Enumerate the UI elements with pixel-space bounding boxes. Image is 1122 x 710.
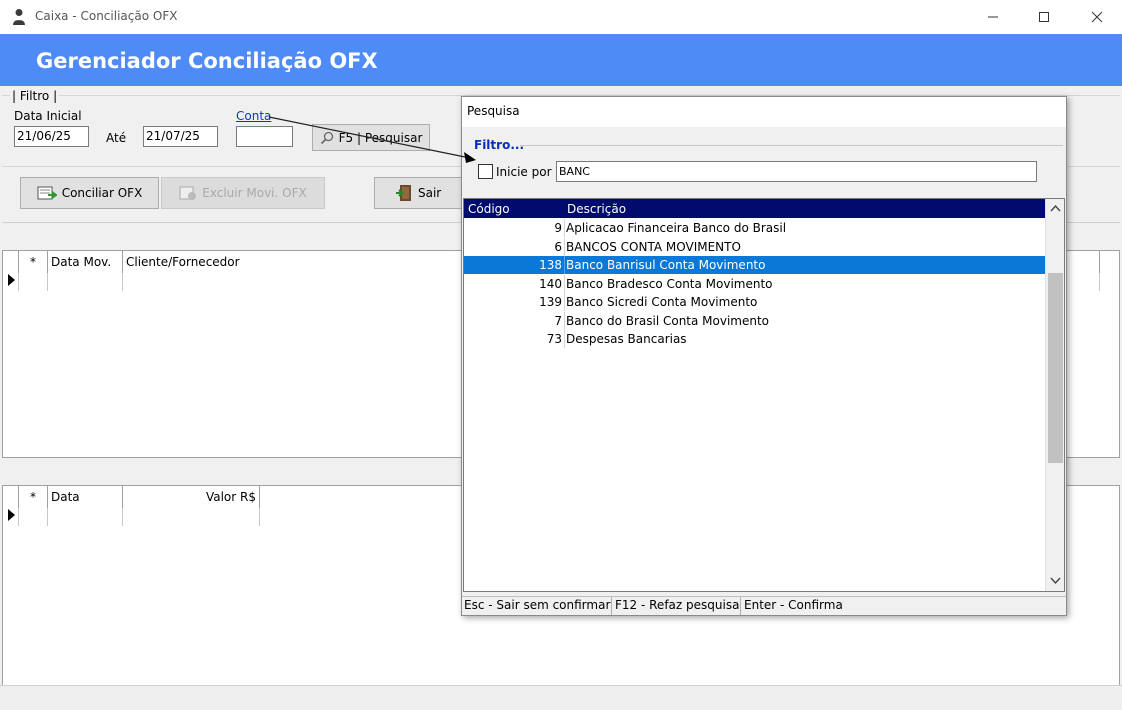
excluir-icon — [179, 186, 197, 200]
result-codigo: 73 — [546, 332, 562, 346]
minimize-icon — [988, 16, 998, 18]
search-icon — [320, 131, 333, 144]
grid-column-header[interactable]: * — [19, 486, 48, 508]
grid-cell — [123, 508, 260, 526]
result-descricao: Aplicacao Financeira Banco do Brasil — [566, 221, 787, 235]
column-divider — [564, 237, 565, 256]
pesquisar-button[interactable]: F5 | Pesquisar — [312, 124, 430, 151]
status-f12: F12 - Refaz pesquisa — [615, 598, 740, 612]
divider — [520, 145, 1063, 146]
conciliar-ofx-button[interactable]: Conciliar OFX — [20, 177, 159, 209]
filter-legend: | Filtro | — [10, 89, 60, 103]
vertical-scrollbar[interactable] — [1045, 199, 1064, 591]
data-inicial-input[interactable]: 21/06/25 — [14, 126, 89, 147]
column-divider — [564, 256, 565, 274]
conta-input[interactable] — [236, 126, 293, 147]
grid-cell — [48, 273, 123, 291]
scroll-down-icon[interactable] — [1050, 575, 1061, 586]
column-divider — [564, 274, 565, 293]
result-descricao: BANCOS CONTA MOVIMENTO — [566, 239, 741, 254]
conciliar-label: Conciliar OFX — [61, 186, 143, 200]
grid-column-header[interactable]: Data Mov. — [48, 251, 123, 273]
data-final-input[interactable]: 21/07/25 — [143, 126, 218, 147]
result-codigo: 140 — [539, 276, 562, 291]
scrollbar-thumb[interactable] — [1048, 273, 1063, 463]
app-person-icon — [13, 9, 25, 25]
result-descricao: Banco Sicredi Conta Movimento — [566, 295, 758, 309]
inicie-por-checkbox[interactable] — [478, 164, 493, 179]
maximize-icon — [1039, 12, 1049, 22]
result-descricao: Banco Bradesco Conta Movimento — [566, 276, 773, 291]
close-button[interactable] — [1074, 0, 1120, 34]
grid-cell — [48, 508, 123, 526]
grid-cell — [3, 273, 19, 291]
divider — [611, 597, 612, 615]
column-divider — [564, 330, 565, 348]
grid-column-header[interactable]: Valor R$ — [123, 486, 260, 508]
column-header-codigo[interactable]: Código — [468, 202, 510, 216]
result-row[interactable]: 9 Aplicacao Financeira Banco do Brasil — [464, 219, 1045, 237]
pesquisar-label: F5 | Pesquisar — [338, 130, 423, 145]
sair-label: Sair — [418, 186, 442, 200]
search-input[interactable]: BANC — [556, 161, 1037, 182]
data-inicial-label: Data Inicial — [14, 109, 82, 123]
result-codigo: 138 — [539, 258, 562, 272]
grid-column-header[interactable]: Data — [48, 486, 123, 508]
dialog-title-bar — [462, 97, 1066, 127]
result-row[interactable]: 140 Banco Bradesco Conta Movimento — [464, 274, 1045, 293]
result-codigo: 6 — [554, 239, 562, 254]
ate-label: Até — [106, 131, 127, 145]
column-header-descricao[interactable]: Descrição — [567, 202, 626, 216]
result-codigo: 139 — [539, 295, 562, 309]
excluir-movi-ofx-button[interactable]: Excluir Movi. OFX — [161, 177, 325, 209]
result-descricao: Banco do Brasil Conta Movimento — [566, 313, 770, 328]
result-codigo: 7 — [554, 313, 562, 328]
inicie-por-label[interactable]: Inicie por — [496, 165, 552, 179]
result-row[interactable]: 7 Banco do Brasil Conta Movimento — [464, 311, 1045, 330]
divider — [740, 597, 741, 615]
result-row[interactable]: 73 Despesas Bancarias — [464, 330, 1045, 348]
status-esc: Esc - Sair sem confirmar — [464, 598, 611, 612]
result-descricao: Banco Banrisul Conta Movimento — [566, 258, 766, 272]
column-divider — [564, 311, 565, 330]
dialog-filter-label: Filtro... — [474, 138, 524, 152]
sair-button[interactable]: Sair — [374, 177, 464, 209]
page-title: Gerenciador Conciliação OFX — [36, 49, 378, 73]
conta-link[interactable]: Conta — [236, 109, 271, 123]
grid-cell — [3, 508, 19, 526]
minimize-button[interactable] — [970, 0, 1016, 34]
maximize-button[interactable] — [1021, 0, 1067, 34]
grid-column-header[interactable]: * — [19, 251, 48, 273]
result-codigo: 9 — [554, 221, 562, 235]
conciliar-icon — [37, 186, 57, 200]
scroll-up-icon[interactable] — [1050, 203, 1061, 214]
results-list[interactable]: Código Descrição 9 Aplicacao Financeira B… — [463, 198, 1065, 592]
result-row[interactable]: 6 BANCOS CONTA MOVIMENTO — [464, 237, 1045, 256]
close-icon — [1091, 11, 1103, 23]
result-row[interactable]: 138 Banco Banrisul Conta Movimento — [464, 256, 1045, 274]
column-divider — [564, 219, 565, 237]
status-enter: Enter - Confirma — [744, 598, 843, 612]
grid-indicator-header — [3, 251, 19, 273]
column-divider — [564, 293, 565, 311]
grid-cell — [19, 508, 48, 526]
result-row[interactable]: 139 Banco Sicredi Conta Movimento — [464, 293, 1045, 311]
grid-indicator-header — [3, 486, 19, 508]
exit-door-icon — [396, 185, 411, 201]
grid-cell — [19, 273, 48, 291]
result-descricao: Despesas Bancarias — [566, 332, 687, 346]
dialog-title: Pesquisa — [467, 104, 520, 118]
window-title: Caixa - Conciliação OFX — [35, 9, 178, 23]
status-bar — [0, 685, 1122, 710]
excluir-label: Excluir Movi. OFX — [202, 186, 307, 200]
results-list-header: Código Descrição — [464, 199, 1045, 218]
